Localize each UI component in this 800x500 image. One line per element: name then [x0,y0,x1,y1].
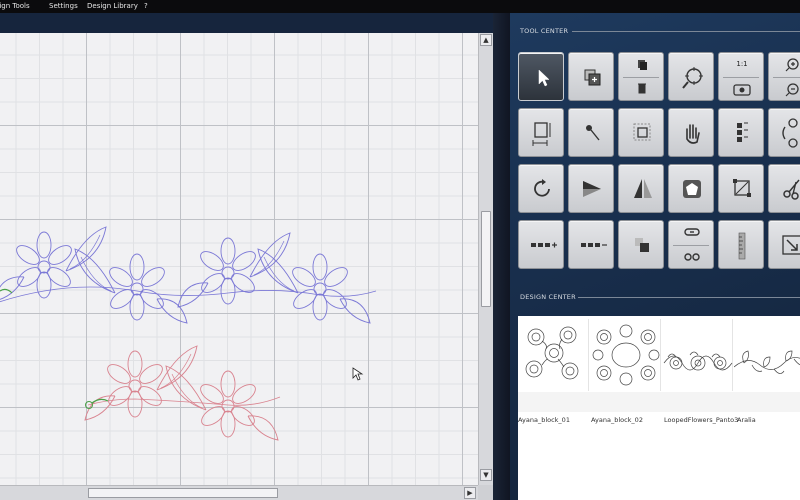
vertical-scroll-thumb[interactable] [481,211,491,307]
design-thumb-looped-flowers[interactable] [662,319,733,391]
tool-button-flip[interactable] [568,164,614,213]
tool-button-pin-needle[interactable] [568,108,614,157]
design-drawing [0,226,377,441]
quilting-design-app: Design Tools Settings Design Library ? ▲… [0,0,800,500]
pin-needle-icon [586,125,600,141]
resize-box-icon [532,122,551,146]
tool-center-title: TOOL CENTER [520,27,569,35]
rotate-nodes-icon [782,118,798,148]
tool-button-add-stitches[interactable] [518,220,564,269]
link-unlink-icon [684,228,700,261]
tool-button-layer-order[interactable] [618,220,664,269]
design-label-ayana-02[interactable]: Ayana_block_02 [591,416,643,424]
vertical-scrollbar[interactable]: ▲ ▼ [478,33,493,497]
menu-design-library[interactable]: Design Library [87,1,138,11]
node-box-icon [733,179,751,197]
rotate-icon [534,179,550,197]
design-list: Ayana_block_01 Ayana_block_02 LoopedFlow… [518,316,800,500]
menu-settings[interactable]: Settings [49,1,78,11]
panel-divider [493,13,510,500]
select-arrow-icon [538,69,550,87]
ratio-view-icon [733,84,751,96]
section-divider [572,31,800,32]
design-canvas[interactable] [0,33,478,497]
tool-button-link-unlink[interactable] [668,220,714,269]
menu-design-tools[interactable]: Design Tools [0,1,30,11]
section-divider [578,297,800,298]
design-label-looped-flowers[interactable]: LoopedFlowers_Panto3 [664,416,738,424]
tool-button-pentagon-shape[interactable] [668,164,714,213]
pentagon-shape-icon [683,180,701,198]
tool-button-align-stack[interactable] [718,108,764,157]
flip-icon [583,181,601,197]
tool-button-add-design[interactable] [568,52,614,101]
align-stack-icon [737,122,748,142]
add-stitches-icon [531,242,557,248]
red-flower-border-design[interactable] [84,345,281,441]
design-thumb-ayana-01[interactable] [518,319,589,391]
design-label-aralia[interactable]: Aralia [737,416,756,424]
side-panel: TOOL CENTER 1:1 DESIGN CENTER Ayana_bloc… [510,13,800,500]
design-thumb-aralia[interactable] [733,319,800,391]
thumbnail-strip [518,392,800,412]
tool-button-zoom-target[interactable] [668,52,714,101]
hand-pan-icon [686,124,700,144]
tool-button-mirror[interactable] [618,164,664,213]
tool-button-ruler[interactable] [718,220,764,269]
crop-box-icon [633,123,651,141]
horizontal-scroll-thumb[interactable] [88,488,278,498]
tool-button-node-box[interactable] [718,164,764,213]
design-center-title: DESIGN CENTER [520,293,576,301]
corner-arrow-icon [782,235,800,255]
menu-help[interactable]: ? [144,1,148,11]
tool-button-hand-pan[interactable] [668,108,714,157]
zoom-target-icon [682,67,703,89]
mirror-icon [634,179,652,198]
scroll-up-icon[interactable]: ▲ [480,34,492,46]
scroll-corner [478,485,493,500]
zoom-in-out-icon [785,58,799,97]
tool-button-crop-box[interactable] [618,108,664,157]
blue-flower-border-design[interactable] [0,226,377,324]
tool-button-scissors[interactable] [768,164,800,213]
design-label-ayana-01[interactable]: Ayana_block_01 [518,416,570,424]
tool-button-rotate-nodes[interactable] [768,108,800,157]
scroll-down-icon[interactable]: ▼ [480,469,492,481]
tool-button-copy-delete[interactable] [618,52,664,101]
tool-button-ratio-view[interactable]: 1:1 [718,52,764,101]
tool-button-select-arrow[interactable] [518,52,564,101]
tool-button-zoom-in-out[interactable] [768,52,800,101]
scroll-right-icon[interactable]: ▶ [464,487,476,499]
scissors-icon [783,179,800,200]
tool-button-corner-arrow[interactable] [768,220,800,269]
canvas-panel: ▲ ▼ ▶ [0,13,510,500]
horizontal-scrollbar[interactable]: ▶ [0,485,478,500]
tool-button-rotate[interactable] [518,164,564,213]
tool-button-resize-box[interactable] [518,108,564,157]
mouse-cursor-icon [352,367,364,381]
copy-delete-icon [638,60,647,94]
layer-order-icon [635,238,649,252]
design-thumb-ayana-02[interactable] [590,319,661,391]
add-design-icon [584,69,601,86]
remove-stitches-icon [581,243,607,247]
ruler-icon [738,232,746,260]
tool-button-remove-stitches[interactable] [568,220,614,269]
menu-bar: Design Tools Settings Design Library ? [0,0,800,13]
